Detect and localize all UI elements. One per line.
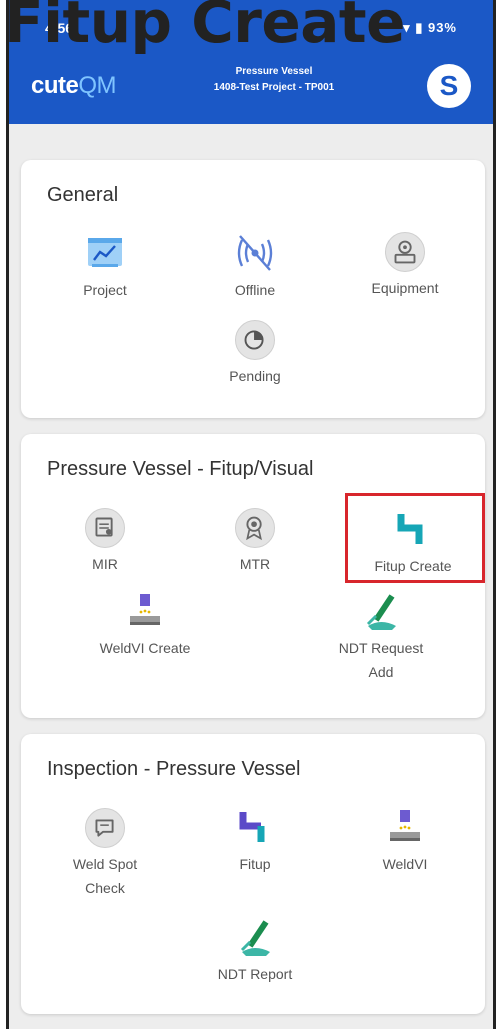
- general-card: General Project Offline Equipment Pendin…: [21, 160, 485, 418]
- offline-label: Offline: [234, 282, 276, 298]
- ndt-report-tile[interactable]: NDT Report: [185, 916, 325, 986]
- fitup-tile[interactable]: Fitup: [185, 806, 325, 876]
- pending-icon: [235, 320, 275, 360]
- weld-spot-check-icon: [85, 808, 125, 848]
- screenshot-frame: 4:56 ⋯ ▾ ▮ 93% cuteQM Pressure Vessel 14…: [0, 0, 501, 1029]
- ndt-add-label: Add: [368, 664, 394, 680]
- pv-fitup-title: Pressure Vessel - Fitup/Visual: [47, 458, 314, 480]
- weld-spot-check-tile[interactable]: Weld Spot Check: [35, 808, 175, 900]
- inspection-title: Inspection - Pressure Vessel: [47, 758, 301, 780]
- project-icon: [88, 238, 122, 267]
- ndt-report-label: NDT Report: [217, 966, 293, 982]
- equipment-label: Equipment: [371, 280, 439, 296]
- ndt-request-icon: [366, 594, 396, 630]
- mtr-tile[interactable]: MTR: [185, 508, 325, 576]
- equipment-tile[interactable]: Equipment: [335, 232, 475, 300]
- project-label: Project: [83, 282, 127, 298]
- project-type: Pressure Vessel: [235, 66, 313, 77]
- ndt-request-label: NDT Request: [338, 640, 424, 656]
- mir-tile[interactable]: MIR: [35, 508, 175, 576]
- mtr-icon: [235, 508, 275, 548]
- project-context[interactable]: Pressure Vessel 1408-Test Project - TP00…: [189, 64, 359, 96]
- mir-icon: [85, 508, 125, 548]
- mtr-label: MTR: [239, 556, 271, 572]
- equipment-icon: [385, 232, 425, 272]
- ndt-report-icon: [240, 920, 270, 956]
- offline-tile[interactable]: Offline: [185, 232, 325, 302]
- weldvi-create-tile[interactable]: WeldVI Create: [75, 590, 215, 660]
- weldvi-create-label: WeldVI Create: [99, 640, 191, 656]
- weldvi-icon: [390, 810, 420, 841]
- weldvi-create-icon: [130, 594, 160, 625]
- logo-text-cute: cute: [31, 72, 79, 99]
- app-bar: cuteQM Pressure Vessel 1408-Test Project…: [9, 50, 493, 124]
- pending-label: Pending: [229, 368, 281, 384]
- logo-text-qm: QM: [78, 72, 117, 99]
- fitup-create-highlight: [345, 493, 485, 583]
- pending-tile[interactable]: Pending: [185, 320, 325, 388]
- weldvi-tile[interactable]: WeldVI: [335, 806, 475, 876]
- weld-spot-label: Weld Spot: [72, 856, 138, 872]
- check-label: Check: [85, 880, 125, 896]
- overlay-step-title: Fitup Create: [4, 0, 405, 56]
- general-title: General: [47, 184, 119, 206]
- fitup-icon: [239, 812, 265, 842]
- project-tile[interactable]: Project: [35, 232, 175, 302]
- offline-icon: [237, 235, 273, 271]
- mir-label: MIR: [92, 556, 118, 572]
- app-logo: cuteQM: [31, 72, 117, 100]
- inspection-card: Inspection - Pressure Vessel Weld Spot C…: [21, 734, 485, 1014]
- project-name: 1408-Test Project - TP001: [213, 82, 335, 93]
- user-avatar[interactable]: S: [427, 64, 471, 108]
- phone-screen: 4:56 ⋯ ▾ ▮ 93% cuteQM Pressure Vessel 14…: [6, 0, 496, 1029]
- fitup-label: Fitup: [239, 856, 271, 872]
- weldvi-label: WeldVI: [382, 856, 428, 872]
- ndt-request-add-tile[interactable]: NDT Request Add: [311, 590, 451, 684]
